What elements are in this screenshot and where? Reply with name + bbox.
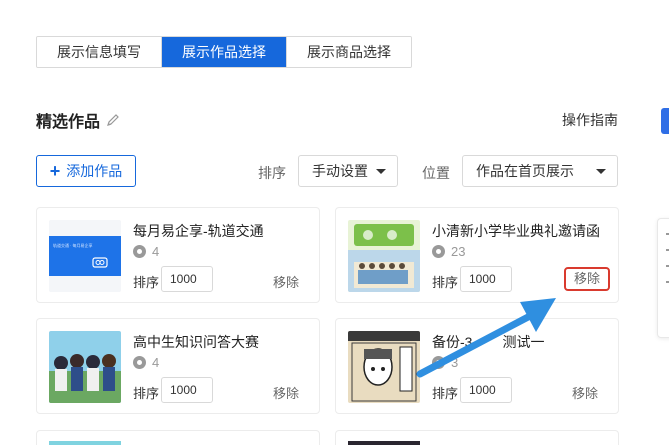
remove-link[interactable]: 移除 — [273, 383, 299, 402]
pencil-icon[interactable] — [106, 113, 120, 127]
sort-input[interactable] — [161, 377, 213, 403]
work-card[interactable]: 小清新小学毕业典礼邀请函 23 排序 移除 — [335, 207, 619, 303]
add-work-button[interactable]: + 添加作品 — [36, 155, 136, 187]
sort-select[interactable]: 手动设置 — [298, 155, 398, 187]
work-card[interactable] — [335, 430, 619, 445]
tab-bar: 展示信息填写 展示作品选择 展示商品选择 — [36, 36, 412, 68]
work-thumbnail — [348, 441, 420, 445]
position-select[interactable]: 作品在首页展示 — [462, 155, 618, 187]
caret-down-icon — [596, 169, 606, 174]
view-count: 3 — [432, 355, 458, 370]
work-thumbnail — [49, 331, 121, 403]
position-select-value: 作品在首页展示 — [476, 163, 574, 179]
plus-icon: + — [49, 161, 61, 181]
work-thumbnail — [49, 441, 121, 445]
work-title: 备份-3 测试一 — [432, 334, 545, 350]
remove-link[interactable]: 移除 — [572, 383, 598, 402]
eye-icon — [133, 356, 146, 369]
sort-field-label: 排序 — [432, 275, 459, 290]
sort-label: 排序 — [258, 165, 286, 181]
work-card[interactable]: 高中生知识问答大赛 4 排序 移除 — [36, 318, 320, 414]
work-thumbnail — [348, 331, 420, 403]
eye-icon — [133, 245, 146, 258]
work-thumbnail: 轨道交通 · 每月易企享 — [49, 220, 121, 292]
sort-input[interactable] — [460, 377, 512, 403]
position-label: 位置 — [422, 165, 450, 181]
section-title: 精选作品 — [36, 108, 120, 132]
eye-icon — [432, 356, 445, 369]
work-title: 每月易企享-轨道交通 — [133, 223, 264, 239]
add-work-label: 添加作品 — [66, 163, 123, 179]
work-title: 高中生知识问答大赛 — [133, 334, 259, 350]
sort-input[interactable] — [161, 266, 213, 292]
caret-down-icon — [376, 169, 386, 174]
tab-display-info[interactable]: 展示信息填写 — [37, 37, 162, 67]
work-thumbnail — [348, 220, 420, 292]
work-card[interactable]: 轨道交通 · 每月易企享 每月易企享-轨道交通 4 排序 移除 — [36, 207, 320, 303]
work-card[interactable] — [36, 430, 320, 445]
work-card[interactable]: 备份-3测试一 3 排序 移除 — [335, 318, 619, 414]
guide-link[interactable]: 操作指南 — [562, 110, 618, 130]
view-count: 4 — [133, 244, 159, 259]
remove-link[interactable]: 移除 — [273, 272, 299, 291]
view-count: 23 — [432, 244, 465, 259]
work-title: 小清新小学毕业典礼邀请函 — [432, 223, 600, 239]
sort-field-label: 排序 — [133, 275, 160, 290]
remove-link-highlighted[interactable]: 移除 — [564, 267, 610, 291]
eye-icon — [432, 245, 445, 258]
thumb-caption: 轨道交通 · 每月易企享 — [53, 242, 93, 248]
section-title-text: 精选作品 — [36, 114, 101, 131]
sort-select-value: 手动设置 — [312, 163, 368, 179]
tab-display-products[interactable]: 展示商品选择 — [287, 37, 411, 67]
sort-field-label: 排序 — [432, 386, 459, 401]
sort-input[interactable] — [460, 266, 512, 292]
floating-service-icon[interactable] — [661, 108, 669, 134]
floating-side-panel[interactable] — [657, 218, 669, 338]
tab-display-works[interactable]: 展示作品选择 — [162, 37, 287, 67]
view-count: 4 — [133, 355, 159, 370]
sort-field-label: 排序 — [133, 386, 160, 401]
